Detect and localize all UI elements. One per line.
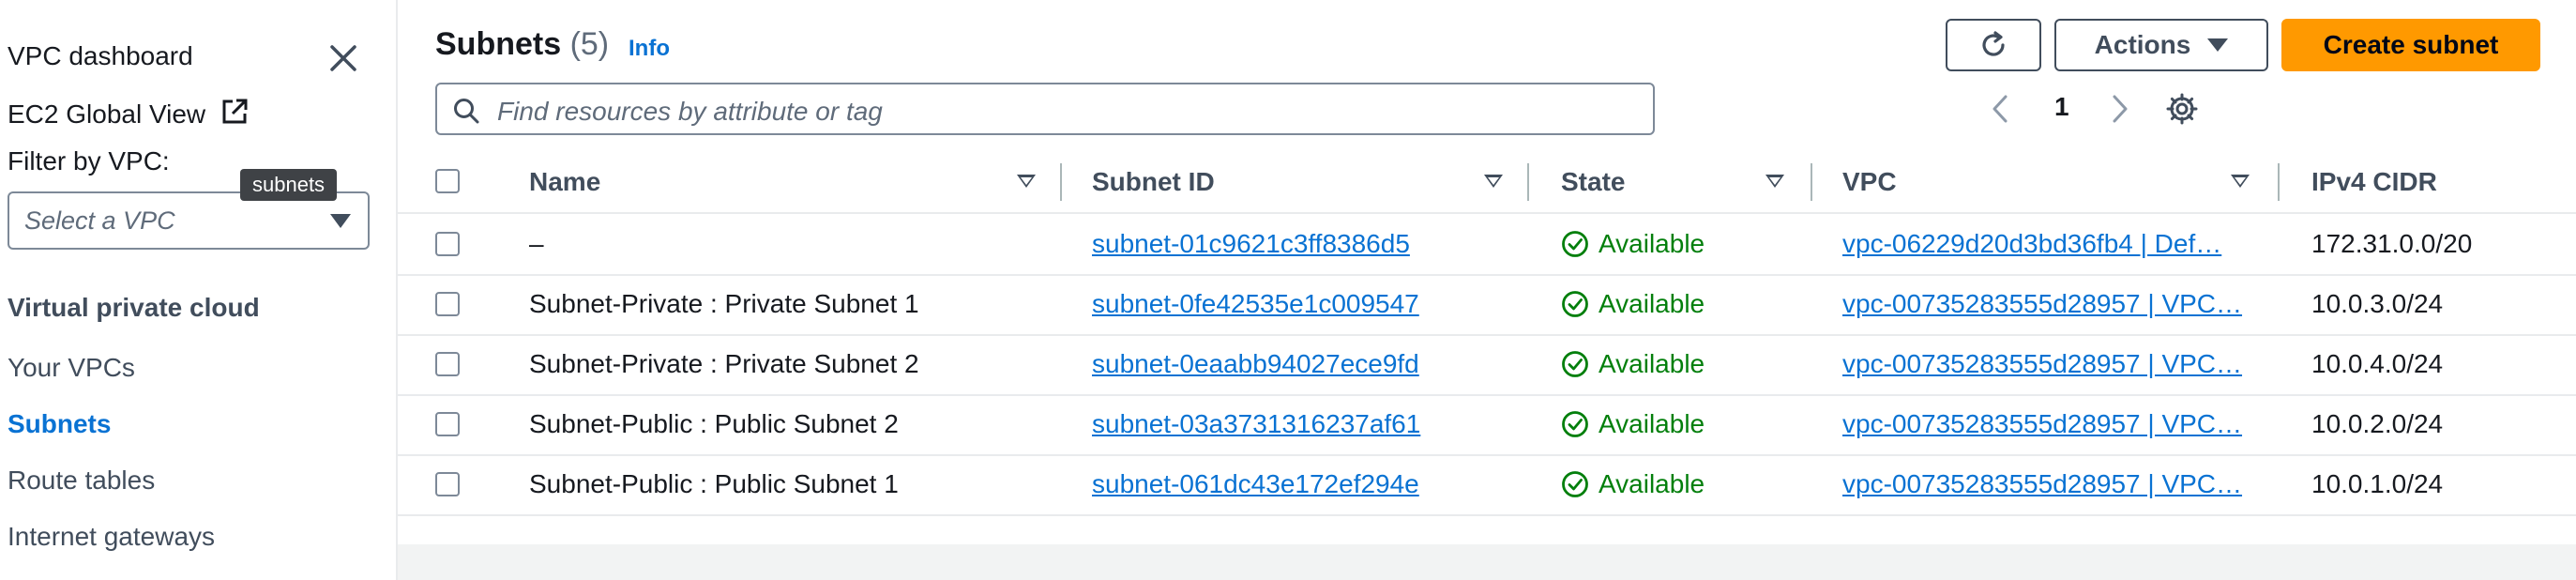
column-resizer[interactable] <box>1811 163 1812 201</box>
cell-subnet-id-link[interactable]: subnet-061dc43e172ef294e <box>1092 469 1419 499</box>
sort-icon[interactable] <box>1765 175 1784 188</box>
status-available-icon <box>1562 351 1588 377</box>
actions-button[interactable]: Actions <box>2054 19 2268 71</box>
create-subnet-button[interactable]: Create subnet <box>2281 19 2540 71</box>
column-resizer[interactable] <box>1060 163 1062 201</box>
section-title-virtual-private-cloud: Virtual private cloud <box>8 293 260 322</box>
row-checkbox[interactable] <box>435 292 460 316</box>
table-row[interactable]: Subnet-Public : Public Subnet 1 subnet-0… <box>398 454 2576 516</box>
status-text: Available <box>1599 289 1705 318</box>
sidebar-item-route-tables[interactable]: Route tables <box>8 466 155 496</box>
info-link[interactable]: Info <box>629 36 670 62</box>
row-checkbox[interactable] <box>435 352 460 376</box>
search-placeholder: Find resources by attribute or tag <box>497 97 883 126</box>
cell-name: Subnet-Public : Public Subnet 1 <box>529 469 899 498</box>
cell-ipv4-cidr: 10.0.1.0/24 <box>2311 469 2444 498</box>
cell-state: Available <box>1561 469 1705 499</box>
status-available-icon <box>1562 471 1588 497</box>
status-text: Available <box>1599 409 1705 438</box>
sidebar-item-subnets[interactable]: Subnets <box>8 409 111 439</box>
select-placeholder: Select a VPC <box>24 206 175 235</box>
cell-vpc-link[interactable]: vpc-06229d20d3bd36fb4 | Def… <box>1842 229 2248 259</box>
table-row[interactable]: – subnet-01c9621c3ff8386d5 Available vpc… <box>398 214 2576 276</box>
table-row[interactable]: Subnet-Private : Private Subnet 1 subnet… <box>398 274 2576 336</box>
status-available-icon <box>1562 231 1588 257</box>
chevron-left-icon[interactable] <box>1987 92 2015 126</box>
column-header-name[interactable]: Name <box>529 167 600 197</box>
chevron-right-icon[interactable] <box>2105 92 2133 126</box>
actions-label: Actions <box>2094 30 2191 59</box>
caret-down-icon <box>330 214 351 228</box>
cell-name: Subnet-Public : Public Subnet 2 <box>529 409 899 438</box>
tooltip: subnets <box>240 169 338 201</box>
sort-icon[interactable] <box>1017 175 1036 188</box>
column-resizer[interactable] <box>2278 163 2280 201</box>
refresh-icon <box>1982 31 2005 56</box>
sort-icon[interactable] <box>2231 175 2250 188</box>
status-available-icon <box>1562 291 1588 317</box>
external-link-icon <box>222 99 248 124</box>
cell-state: Available <box>1561 289 1705 319</box>
cell-ipv4-cidr: 10.0.2.0/24 <box>2311 409 2444 438</box>
column-resizer[interactable] <box>1527 163 1529 201</box>
page-title: Subnets (5) <box>435 26 609 63</box>
row-checkbox[interactable] <box>435 232 460 256</box>
cell-subnet-id-link[interactable]: subnet-01c9621c3ff8386d5 <box>1092 229 1410 259</box>
close-icon[interactable] <box>325 39 362 77</box>
refresh-button[interactable] <box>1946 19 2041 71</box>
row-checkbox[interactable] <box>435 472 460 496</box>
cell-vpc-link[interactable]: vpc-00735283555d28957 | VPC… <box>1842 289 2248 319</box>
sidebar-item-your-vpcs[interactable]: Your VPCs <box>8 353 135 383</box>
status-text: Available <box>1599 469 1705 498</box>
cell-vpc-link[interactable]: vpc-00735283555d28957 | VPC… <box>1842 409 2248 439</box>
gear-icon[interactable] <box>2165 92 2199 126</box>
title-text: Subnets <box>435 26 562 62</box>
filter-by-vpc-label: Filter by VPC: <box>8 146 170 176</box>
table-row[interactable]: Subnet-Public : Public Subnet 2 subnet-0… <box>398 394 2576 456</box>
search-icon <box>454 99 479 124</box>
cell-subnet-id-link[interactable]: subnet-0eaabb94027ece9fd <box>1092 349 1419 379</box>
column-header-state[interactable]: State <box>1561 167 1625 197</box>
sidebar-item-vpc-dashboard[interactable]: VPC dashboard <box>8 41 193 71</box>
footer-band <box>398 544 2576 580</box>
cell-name: Subnet-Private : Private Subnet 1 <box>529 289 919 318</box>
subnet-count: (5) <box>569 26 610 62</box>
table-header: Name Subnet ID State VPC IPv4 CIDR <box>398 150 2576 214</box>
cell-vpc-link[interactable]: vpc-00735283555d28957 | VPC… <box>1842 349 2248 379</box>
sidebar-item-label: EC2 Global View <box>8 99 206 129</box>
cell-state: Available <box>1561 409 1705 439</box>
main-content: Subnets (5) Info Actions Create subnet F… <box>398 0 2576 580</box>
select-all-checkbox[interactable] <box>435 169 460 193</box>
cell-ipv4-cidr: 10.0.4.0/24 <box>2311 349 2444 378</box>
sidebar-item-internet-gateways[interactable]: Internet gateways <box>8 522 215 552</box>
cell-subnet-id-link[interactable]: subnet-03a3731316237af61 <box>1092 409 1420 439</box>
row-checkbox[interactable] <box>435 412 460 436</box>
cell-ipv4-cidr: 172.31.0.0/20 <box>2311 229 2473 258</box>
sort-icon[interactable] <box>1484 175 1503 188</box>
current-page-number[interactable]: 1 <box>2054 92 2069 122</box>
navigation-sidebar: VPC dashboard EC2 Global View Filter by … <box>0 0 398 580</box>
cell-vpc-link[interactable]: vpc-00735283555d28957 | VPC… <box>1842 469 2248 499</box>
cell-name: Subnet-Private : Private Subnet 2 <box>529 349 919 378</box>
column-header-subnet-id[interactable]: Subnet ID <box>1092 167 1215 197</box>
search-input[interactable]: Find resources by attribute or tag <box>435 83 1655 135</box>
cell-state: Available <box>1561 349 1705 379</box>
cell-subnet-id-link[interactable]: subnet-0fe42535e1c009547 <box>1092 289 1419 319</box>
status-text: Available <box>1599 229 1705 258</box>
column-header-vpc[interactable]: VPC <box>1842 167 1897 197</box>
status-available-icon <box>1562 411 1588 437</box>
sidebar-item-ec2-global-view[interactable]: EC2 Global View <box>8 98 249 130</box>
status-text: Available <box>1599 349 1705 378</box>
cell-ipv4-cidr: 10.0.3.0/24 <box>2311 289 2444 318</box>
column-header-ipv4-cidr[interactable]: IPv4 CIDR <box>2311 167 2437 197</box>
cell-state: Available <box>1561 229 1705 259</box>
cell-name: – <box>529 229 544 258</box>
caret-down-icon <box>2207 38 2229 52</box>
table-row[interactable]: Subnet-Private : Private Subnet 2 subnet… <box>398 334 2576 396</box>
